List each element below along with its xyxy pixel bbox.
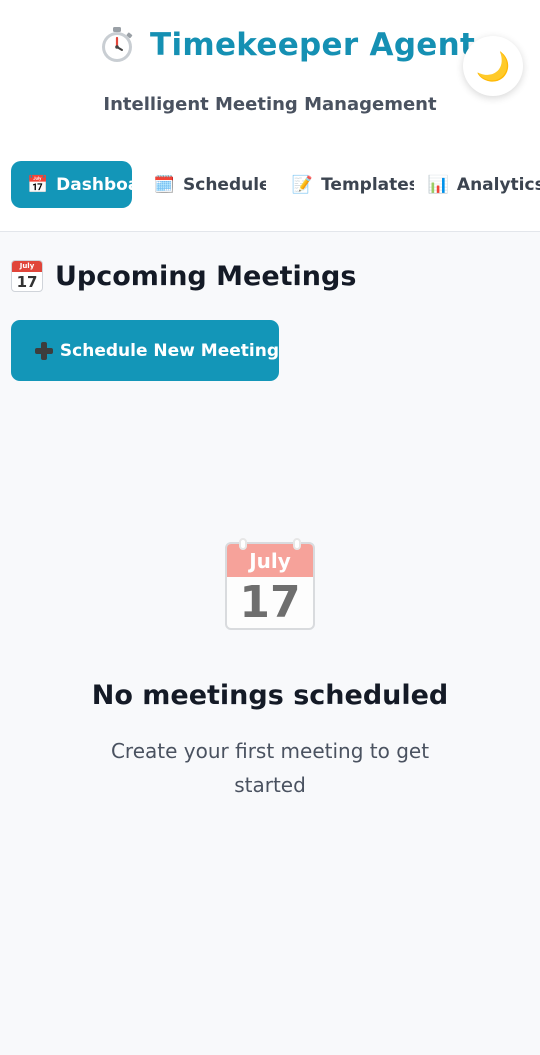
app-title: Timekeeper Agent [98, 26, 475, 64]
plus-icon [33, 340, 53, 362]
stopwatch-icon [98, 26, 136, 64]
calendar-ring [293, 538, 301, 550]
button-label: Schedule New Meeting [59, 340, 279, 361]
empty-state-calendar-icon: July 17 [225, 538, 315, 630]
calendar-body: July 17 [225, 542, 315, 630]
tab-label: Schedule [183, 174, 266, 195]
tab-dashboard[interactable]: 📅 Dashboard [11, 161, 132, 208]
app-header: Timekeeper Agent 🌙 Intelligent Meeting M… [0, 0, 540, 232]
calendar-icon-month: July [12, 261, 42, 272]
memo-icon: 📝 [291, 174, 314, 195]
calendar-icon: 📅 [27, 174, 49, 195]
section-title: July 17 Upcoming Meetings [11, 260, 356, 292]
calendar-icon: July 17 [11, 260, 43, 292]
section-title-text: Upcoming Meetings [55, 260, 357, 292]
title-row: Timekeeper Agent 🌙 [0, 22, 540, 96]
main-nav: 📅 Dashboard 🗓️ Schedule 📝 Templates 📊 An… [11, 161, 540, 208]
theme-toggle-button[interactable]: 🌙 [463, 36, 523, 96]
app-title-text: Timekeeper Agent [150, 27, 476, 63]
calendar-ring [239, 538, 247, 550]
tab-schedule[interactable]: 🗓️ Schedule [154, 161, 266, 208]
tab-templates[interactable]: 📝 Templates [292, 161, 414, 208]
calendar-day: 17 [239, 577, 301, 628]
bar-chart-icon: 📊 [427, 174, 449, 195]
schedule-new-meeting-button[interactable]: Schedule New Meeting [11, 320, 279, 381]
tab-label: Dashboard [56, 174, 132, 195]
tab-label: Analytics [456, 174, 540, 195]
empty-state-message: Create your first meeting to get started [110, 739, 430, 797]
tab-label: Templates [321, 174, 414, 195]
spiral-calendar-icon: 🗓️ [153, 174, 175, 195]
tab-analytics[interactable]: 📊 Analytics [428, 161, 540, 208]
calendar-icon-day: 17 [16, 273, 38, 291]
moon-icon: 🌙 [475, 49, 511, 83]
app-subtitle: Intelligent Meeting Management [103, 94, 437, 115]
empty-state-title: No meetings scheduled [91, 680, 449, 711]
